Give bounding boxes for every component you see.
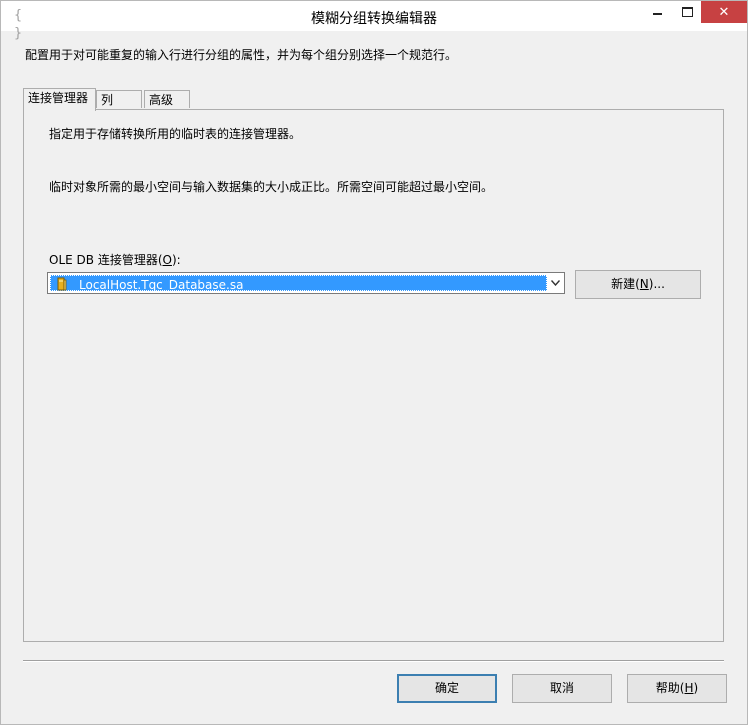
window-title: 模糊分组转换编辑器 xyxy=(311,11,437,27)
new-button-prefix: 新建( xyxy=(611,277,640,291)
cm-label-mnemonic: O xyxy=(162,253,172,267)
temp-table-info: 指定用于存储转换所用的临时表的连接管理器。 xyxy=(49,127,302,141)
database-connection-icon xyxy=(57,277,67,291)
maximize-button[interactable] xyxy=(671,1,703,23)
minimize-icon xyxy=(652,13,662,15)
cm-label-prefix: OLE DB 连接管理器( xyxy=(49,253,163,267)
connection-manager-combobox[interactable]: LocalHost.Tqc_Database.sa xyxy=(47,272,565,294)
combo-dropdown-button[interactable] xyxy=(547,274,563,292)
new-button-mnemonic: N xyxy=(639,277,649,291)
cm-label-suffix: ): xyxy=(171,253,181,267)
new-connection-button[interactable]: 新建(N)... xyxy=(575,270,701,299)
combo-selected-item: LocalHost.Tqc_Database.sa xyxy=(50,275,547,292)
footer-separator xyxy=(23,660,724,662)
tab-columns[interactable]: 列 xyxy=(96,90,142,108)
connection-manager-label: OLE DB 连接管理器(O): xyxy=(49,251,181,268)
combo-value: LocalHost.Tqc_Database.sa xyxy=(79,278,244,292)
close-button[interactable]: ✕ xyxy=(701,1,747,23)
maximize-icon xyxy=(681,7,693,17)
dialog-description: 配置用于对可能重复的输入行进行分组的属性，并为每个组分别选择一个规范行。 xyxy=(25,48,458,62)
space-info: 临时对象所需的最小空间与输入数据集的大小成正比。所需空间可能超过最小空间。 xyxy=(49,180,494,194)
minimize-button[interactable] xyxy=(641,1,673,23)
new-button-suffix: )... xyxy=(648,277,665,291)
tab-connection-manager[interactable]: 连接管理器 xyxy=(23,88,96,111)
help-button-prefix: 帮助( xyxy=(655,681,685,695)
dialog-window: { } 模糊分组转换编辑器 ✕ 配置用于对可能重复的输入行进行分组的属性，并为每… xyxy=(0,0,748,725)
help-button-mnemonic: H xyxy=(684,681,694,695)
cancel-button[interactable]: 取消 xyxy=(512,674,612,703)
tab-advanced[interactable]: 高级 xyxy=(144,90,190,108)
title-bar[interactable]: { } 模糊分组转换编辑器 ✕ xyxy=(1,1,747,41)
close-icon: ✕ xyxy=(718,4,730,20)
help-button-suffix: ) xyxy=(693,681,699,695)
help-button[interactable]: 帮助(H) xyxy=(627,674,727,703)
ok-button[interactable]: 确定 xyxy=(397,674,497,703)
chevron-down-icon xyxy=(550,280,560,286)
